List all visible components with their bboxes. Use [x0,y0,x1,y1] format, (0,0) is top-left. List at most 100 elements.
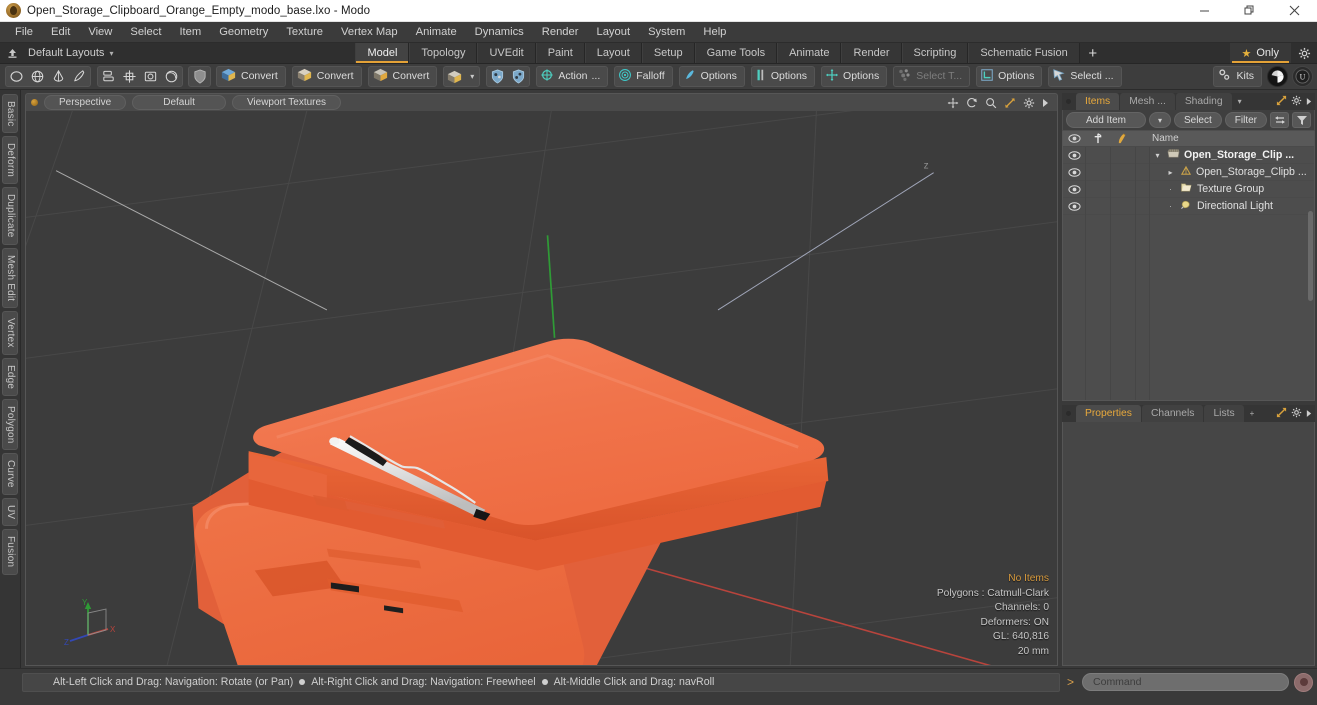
cube-icon[interactable] [444,67,465,86]
rail-tab-basic[interactable]: Basic [2,94,18,134]
convert-button-2[interactable]: Convert [291,66,362,87]
minimize-icon[interactable] [1182,0,1227,22]
options-button-2[interactable]: Options [750,66,816,87]
filter-button[interactable]: Filter [1224,112,1267,128]
modo-ball-icon[interactable] [1267,66,1288,87]
tab-properties[interactable]: Properties [1076,405,1141,422]
properties-panel-body[interactable] [1062,422,1315,666]
fit-icon[interactable] [1004,97,1016,109]
menu-select[interactable]: Select [121,22,170,43]
unreal-icon[interactable]: U [1292,66,1313,87]
panel-menu-dot[interactable] [1062,93,1075,110]
expand-icon[interactable] [1276,405,1287,423]
tab-scripting[interactable]: Scripting [901,43,969,63]
menu-geometry[interactable]: Geometry [210,22,277,43]
tab-animate[interactable]: Animate [777,43,842,63]
arrow-right-icon[interactable] [1306,405,1312,423]
shield-b-icon[interactable] [508,67,529,86]
tab-schematic-fusion[interactable]: Schematic Fusion [968,43,1080,63]
item-list-scrollbar[interactable] [1308,211,1313,301]
rail-tab-uv[interactable]: UV [2,498,18,527]
tab-shading[interactable]: Shading [1175,93,1232,110]
add-item-dropdown-icon[interactable]: ▾ [1148,112,1171,128]
tab-mesh[interactable]: Mesh ... [1120,93,1175,110]
array-icon[interactable] [98,67,119,86]
gear-icon[interactable] [1291,93,1302,111]
rail-tab-vertex[interactable]: Vertex [2,311,18,355]
action-center-button[interactable]: Action ... [536,66,609,87]
row-eye-toggle-0[interactable] [1063,150,1085,160]
cone-icon[interactable] [48,67,69,86]
select-through-button[interactable]: Select T... [893,66,971,87]
menu-layout[interactable]: Layout [587,22,639,43]
shield-icon[interactable] [188,66,211,87]
item-list[interactable]: Name ▾ Open_Storage_Clip ... ▸ Open_Stor… [1062,131,1315,401]
menu-edit[interactable]: Edit [42,22,79,43]
tab-topology[interactable]: Topology [409,43,478,63]
rail-tab-fusion[interactable]: Fusion [2,529,18,575]
select-button[interactable]: Select [1173,112,1222,128]
tab-uvedit[interactable]: UVEdit [477,43,536,63]
pan-icon[interactable] [947,97,959,109]
tab-paint[interactable]: Paint [535,43,585,63]
disc-icon[interactable] [161,67,182,86]
tab-layout[interactable]: Layout [584,43,642,63]
row-twisty-2[interactable]: · [1165,185,1176,194]
menu-view[interactable]: View [79,22,121,43]
menu-vertex-map[interactable]: Vertex Map [332,22,407,43]
swap-icon[interactable] [1270,112,1289,128]
joint-icon[interactable] [119,67,140,86]
menu-help[interactable]: Help [694,22,735,43]
add-item-button[interactable]: Add Item [1066,112,1146,128]
viewport-3d[interactable]: z Y X Z No Items Polygons: Catmull-Clar… [25,111,1058,666]
row-eye-toggle-3[interactable] [1063,201,1085,211]
row-twisty-0[interactable]: ▾ [1152,151,1163,160]
menu-file[interactable]: File [6,22,42,43]
only-toggle[interactable]: ★ Only [1229,43,1291,63]
gear-icon[interactable] [1291,405,1302,423]
funnel-icon[interactable] [1292,112,1311,128]
row-eye-toggle-2[interactable] [1063,184,1085,194]
viewport-projection-pill[interactable]: Perspective [44,95,127,110]
options-button-3[interactable]: Options [821,66,888,87]
layout-selector[interactable]: Default Layouts ▾ [24,43,123,63]
tab-items[interactable]: Items [1076,93,1120,110]
menu-item[interactable]: Item [170,22,210,43]
chevron-down-icon[interactable]: ▾ [1233,93,1247,110]
options-button-4[interactable]: Options [976,66,1043,87]
command-input[interactable]: Command [1082,673,1289,691]
chevron-down-icon[interactable]: ▾ [465,72,479,81]
record-icon[interactable] [1294,672,1313,692]
item-row-texture-group[interactable]: · Texture Group [1063,181,1314,198]
convert-button-1[interactable]: Convert [216,66,286,87]
arrow-right-icon[interactable] [1042,98,1049,108]
menu-render[interactable]: Render [533,22,588,43]
rail-tab-curve[interactable]: Curve [2,453,18,496]
item-row-open-storage-clipb[interactable]: ▸ Open_Storage_Clipb ... [1063,164,1314,181]
globe-icon[interactable] [27,67,48,86]
convert-button-3[interactable]: Convert [367,66,438,87]
row-twisty-1[interactable]: ▸ [1165,168,1176,177]
rail-tab-polygon[interactable]: Polygon [2,398,18,451]
restore-icon[interactable] [1227,0,1272,22]
rail-tab-deform[interactable]: Deform [2,136,18,185]
cylinder-cap-icon[interactable] [140,67,161,86]
tab-setup[interactable]: Setup [641,43,695,63]
falloff-button[interactable]: Falloff [614,66,673,87]
selection-button[interactable]: Selecti ... [1048,66,1122,87]
menu-animate[interactable]: Animate [407,22,466,43]
shield-a-icon[interactable] [487,67,508,86]
rail-tab-mesh-edit[interactable]: Mesh Edit [2,247,18,309]
teardrop-icon[interactable] [69,67,90,86]
sphere-icon[interactable] [6,67,27,86]
row-eye-toggle-1[interactable] [1063,167,1085,177]
rotate-icon[interactable] [966,97,978,109]
item-row-directional-light[interactable]: · Directional Light [1063,198,1314,215]
row-twisty-3[interactable]: · [1165,202,1176,211]
viewport-shading-pill[interactable]: Viewport Textures [231,95,342,110]
menu-dynamics[interactable]: Dynamics [466,22,533,43]
item-row-open-storage-clip[interactable]: ▾ Open_Storage_Clip ... [1063,147,1314,164]
menu-texture[interactable]: Texture [277,22,332,43]
tab-lists[interactable]: Lists [1204,405,1244,422]
kits-button[interactable]: Kits [1213,66,1262,87]
